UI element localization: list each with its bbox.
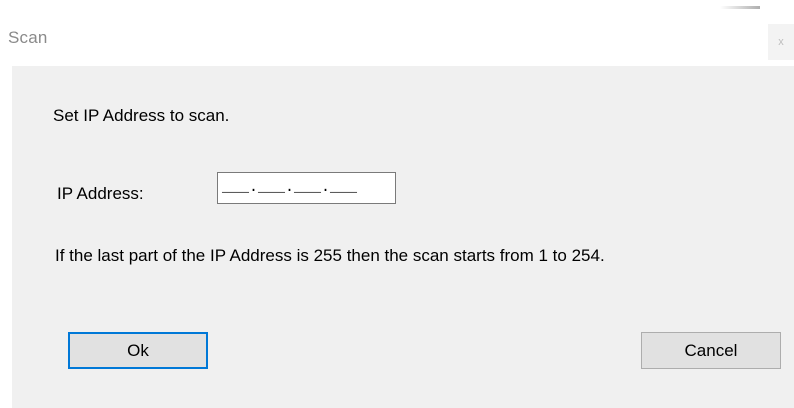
ok-button[interactable]: Ok <box>68 332 208 369</box>
cancel-button[interactable]: Cancel <box>641 332 781 369</box>
instruction-text: Set IP Address to scan. <box>53 106 230 125</box>
window-title: Scan <box>8 28 48 47</box>
title-bar: Scan x <box>0 14 794 64</box>
scan-dialog-window: Scan x Set IP Address to scan. IP Addres… <box>0 0 794 408</box>
dialog-body: Set IP Address to scan. IP Address: ___.… <box>12 66 794 408</box>
close-icon: x <box>778 36 784 48</box>
ip-address-label: IP Address: <box>57 184 144 203</box>
scan-range-hint: If the last part of the IP Address is 25… <box>55 246 605 265</box>
close-button[interactable]: x <box>768 24 794 60</box>
window-edge-shadow <box>720 6 760 9</box>
ip-address-input[interactable]: ___.___.___.___ <box>217 172 396 204</box>
